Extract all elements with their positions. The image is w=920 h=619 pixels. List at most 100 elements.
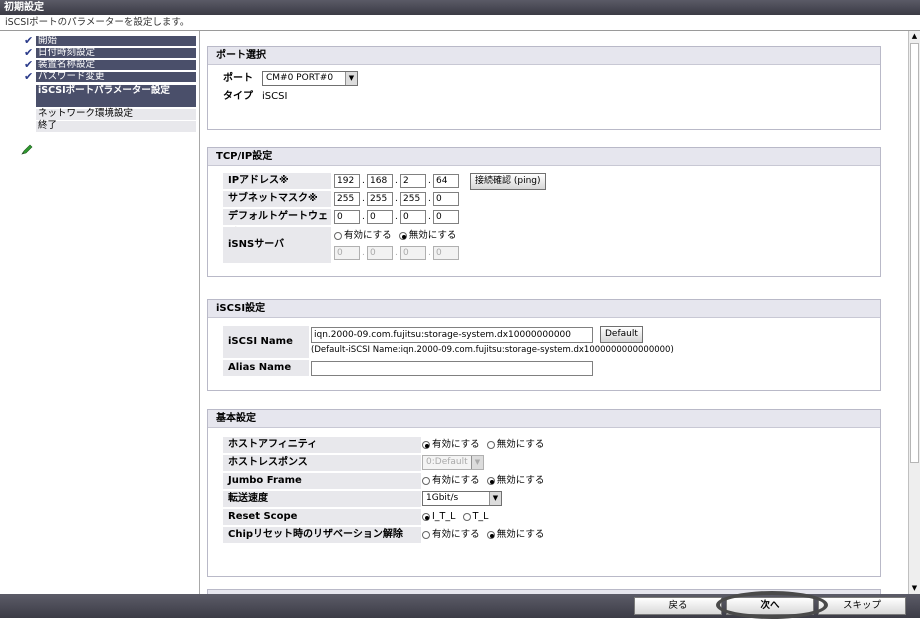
host-affinity-off-radio[interactable] bbox=[486, 441, 495, 449]
ping-button[interactable]: 接続確認 (ping) bbox=[470, 173, 546, 190]
chevron-down-icon: ▼ bbox=[345, 72, 357, 85]
gateway-octet-3[interactable]: 0 bbox=[400, 210, 426, 224]
basic-title: 基本設定 bbox=[208, 410, 880, 428]
alias-name-label: Alias Name bbox=[223, 360, 309, 376]
jumbo-off-text: 無効にする bbox=[496, 475, 545, 486]
iscsi-name-input[interactable]: iqn.2000-09.com.fujitsu:storage-system.d… bbox=[311, 327, 593, 343]
mask-octet-4[interactable]: 0 bbox=[433, 192, 459, 206]
step-device-name: 装置名称設定 bbox=[36, 60, 196, 70]
isns-octet-2: 0 bbox=[367, 246, 393, 260]
type-label: タイプ bbox=[223, 91, 253, 102]
pencil-icon bbox=[21, 144, 33, 155]
step-network: ネットワーク環境設定 bbox=[36, 109, 196, 120]
gateway-octet-4[interactable]: 0 bbox=[433, 210, 459, 224]
port-select-panel: ポート選択 ポート CM#0 PORT#0 ▼ タイプ iSCSI bbox=[207, 46, 881, 130]
ip-octet-4[interactable]: 64 bbox=[433, 174, 459, 188]
type-value: iSCSI bbox=[262, 91, 288, 102]
basic-settings-panel: 基本設定 ホストアフィニティ 有効にする 無効にする ホストレスポンス 0:De… bbox=[207, 409, 881, 577]
wizard-steps-sidebar: ✔ 開始 ✔ 日付時刻設定 ✔ 装置名称設定 ✔ パスワード変更 iSCSIポー… bbox=[0, 31, 200, 594]
mask-octet-2[interactable]: 255 bbox=[367, 192, 393, 206]
iscsi-title: iSCSI設定 bbox=[208, 300, 880, 318]
port-label: ポート bbox=[223, 73, 253, 84]
host-affinity-on-radio[interactable] bbox=[422, 441, 430, 449]
subnet-mask-label: サブネットマスク※ bbox=[223, 191, 331, 207]
chevron-down-icon: ▼ bbox=[489, 492, 501, 505]
host-response-label: ホストレスポンス bbox=[223, 455, 421, 471]
jumbo-on-text: 有効にする bbox=[432, 475, 480, 486]
gateway-octet-2[interactable]: 0 bbox=[367, 210, 393, 224]
next-button[interactable]: 次へ bbox=[726, 597, 814, 615]
isns-server-label: iSNSサーバ bbox=[223, 227, 331, 263]
isns-octet-3: 0 bbox=[400, 246, 426, 260]
reset-tl-text: T_L bbox=[472, 511, 489, 522]
step-password: パスワード変更 bbox=[36, 72, 196, 82]
transfer-speed-dropdown[interactable]: 1Gbit/s ▼ bbox=[422, 491, 502, 506]
isns-enable-radio[interactable] bbox=[334, 232, 342, 240]
isns-octet-1: 0 bbox=[334, 246, 360, 260]
port-select-title: ポート選択 bbox=[208, 47, 880, 65]
isns-disable-radio[interactable] bbox=[398, 232, 407, 240]
reset-tl-radio[interactable] bbox=[462, 513, 471, 521]
jumbo-off-radio[interactable] bbox=[486, 477, 495, 485]
port-dropdown-value: CM#0 PORT#0 bbox=[266, 73, 334, 83]
scroll-up-icon[interactable]: ▲ bbox=[909, 31, 920, 42]
scroll-down-icon[interactable]: ▼ bbox=[909, 583, 920, 594]
step-iscsi-port-params: iSCSIポートパラメーター設定 bbox=[36, 85, 196, 107]
reset-scope-label: Reset Scope bbox=[223, 509, 421, 525]
host-response-value: 0:Default bbox=[426, 457, 468, 467]
gateway-octet-1[interactable]: 0 bbox=[334, 210, 360, 224]
jumbo-on-radio[interactable] bbox=[422, 477, 430, 485]
window-title: 初期設定 bbox=[0, 0, 920, 15]
reset-scope-radio-group: I_T_L T_L bbox=[422, 509, 492, 525]
isns-octet-4: 0 bbox=[433, 246, 459, 260]
ip-octet-3[interactable]: 2 bbox=[400, 174, 426, 188]
host-affinity-radio-group: 有効にする 無効にする bbox=[422, 437, 548, 453]
ip-address-label: IPアドレス※ bbox=[223, 173, 331, 189]
check-icon: ✔ bbox=[24, 70, 34, 83]
transfer-speed-value: 1Gbit/s bbox=[426, 493, 459, 503]
iscsi-name-label: iSCSI Name bbox=[223, 326, 309, 358]
alias-name-input[interactable] bbox=[311, 361, 593, 376]
jumbo-frame-radio-group: 有効にする 無効にする bbox=[422, 473, 548, 489]
iscsi-default-hint: (Default-iSCSI Name:iqn.2000-09.com.fuji… bbox=[311, 345, 674, 355]
step-finish: 終了 bbox=[36, 121, 196, 132]
chip-on-text: 有効にする bbox=[432, 529, 480, 540]
default-button[interactable]: Default bbox=[600, 326, 643, 343]
ip-octet-1[interactable]: 192 bbox=[334, 174, 360, 188]
step-datetime: 日付時刻設定 bbox=[36, 48, 196, 58]
check-icon: ✔ bbox=[24, 46, 34, 59]
transfer-speed-label: 転送速度 bbox=[223, 491, 421, 507]
host-response-dropdown: 0:Default ▼ bbox=[422, 455, 484, 470]
reset-itl-text: I_T_L bbox=[432, 511, 456, 522]
port-dropdown[interactable]: CM#0 PORT#0 ▼ bbox=[262, 71, 358, 86]
isns-enable-text: 有効にする bbox=[344, 230, 392, 241]
gateway-label: デフォルトゲートウェイ bbox=[223, 209, 331, 238]
isns-disable-text: 無効にする bbox=[408, 230, 457, 241]
mask-octet-1[interactable]: 255 bbox=[334, 192, 360, 206]
host-affinity-off-text: 無効にする bbox=[496, 439, 545, 450]
check-icon: ✔ bbox=[24, 34, 34, 47]
vertical-scrollbar[interactable]: ▲ ▼ bbox=[908, 31, 920, 594]
reset-itl-radio[interactable] bbox=[422, 513, 430, 521]
chip-off-text: 無効にする bbox=[496, 529, 545, 540]
chevron-down-icon: ▼ bbox=[471, 456, 483, 469]
mask-octet-3[interactable]: 255 bbox=[400, 192, 426, 206]
host-affinity-on-text: 有効にする bbox=[432, 439, 480, 450]
jumbo-frame-label: Jumbo Frame bbox=[223, 473, 421, 489]
isns-radio-group: 有効にする 無効にする bbox=[334, 228, 460, 244]
step-start: 開始 bbox=[36, 36, 196, 46]
chip-on-radio[interactable] bbox=[422, 531, 430, 539]
check-icon: ✔ bbox=[24, 58, 34, 71]
chip-reset-radio-group: 有効にする 無効にする bbox=[422, 527, 548, 543]
skip-button[interactable]: スキップ bbox=[818, 597, 906, 615]
main-content: ポート選択 ポート CM#0 PORT#0 ▼ タイプ iSCSI TCP/IP… bbox=[200, 31, 908, 594]
back-button[interactable]: 戻る bbox=[634, 597, 722, 615]
iscsi-panel: iSCSI設定 iSCSI Name iqn.2000-09.com.fujit… bbox=[207, 299, 881, 391]
host-affinity-label: ホストアフィニティ bbox=[223, 437, 421, 453]
scroll-thumb[interactable] bbox=[910, 43, 919, 463]
chip-off-radio[interactable] bbox=[486, 531, 495, 539]
chip-reset-label: Chipリセット時のリザベーション解除 bbox=[223, 527, 421, 543]
ip-octet-2[interactable]: 168 bbox=[367, 174, 393, 188]
tcpip-title: TCP/IP設定 bbox=[208, 148, 880, 166]
tcpip-panel: TCP/IP設定 IPアドレス※ 192 . 168 . 2 . 64 接続確認… bbox=[207, 147, 881, 277]
